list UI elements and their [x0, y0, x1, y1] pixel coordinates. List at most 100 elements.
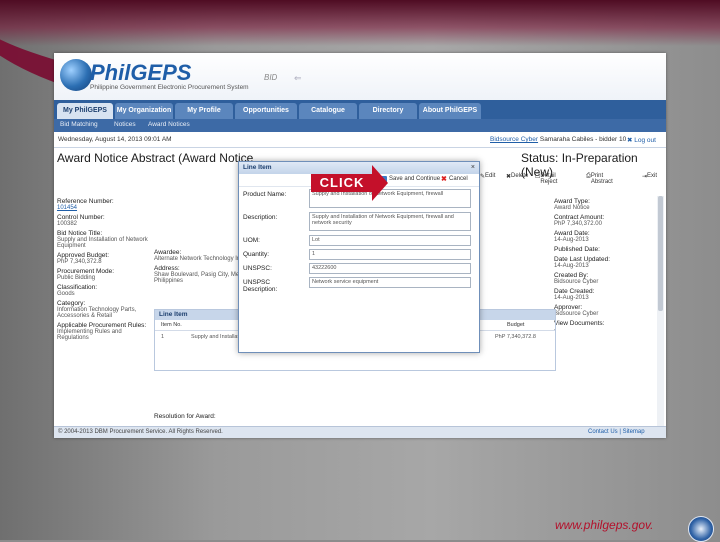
field-label: Approver:	[554, 304, 583, 311]
field-label: Applicable Procurement Rules:	[57, 322, 147, 329]
field-value: PhP 7,340,372.00	[554, 221, 602, 227]
government-seal-icon	[688, 516, 714, 542]
delete-button[interactable]: ✖ Delete	[506, 173, 528, 180]
site-logo-subtitle: Philippine Government Electronic Procure…	[90, 84, 249, 91]
scrollbar-thumb[interactable]	[658, 196, 663, 311]
field-label: Classification:	[57, 284, 98, 291]
date-user-bar: Wednesday, August 14, 2013 09:01 AM Bids…	[54, 133, 666, 148]
right-details: Award Type: Award Notice Contract Amount…	[554, 196, 654, 336]
item-amount: PhP 7,340,372.8	[495, 334, 536, 340]
quantity-field: Quantity: 1	[239, 249, 479, 261]
field-label: Contract Amount:	[554, 214, 605, 221]
tab-about-philgeps[interactable]: About PhilGEPS	[419, 103, 481, 119]
field-label: Category:	[57, 300, 86, 307]
field-label: Reference Number:	[57, 198, 114, 205]
uom-field: UOM: Lot	[239, 235, 479, 247]
sub-navigation: Bid Matching Notices Award Notices	[54, 119, 666, 132]
unspsc-description-input[interactable]: Network service equipment	[309, 277, 471, 288]
unspsc-description-field: UNSPSC Description: Network service equi…	[239, 277, 479, 293]
site-footer: © 2004-2013 DBM Procurement Service. All…	[54, 426, 666, 438]
field-label: Control Number:	[57, 214, 105, 221]
quantity-input[interactable]: 1	[309, 249, 471, 260]
site-logo-text[interactable]: PhilGEPS	[90, 60, 191, 86]
unspsc-field: UNSPSC: 43222600	[239, 263, 479, 275]
field-value: 14-Aug-2013	[554, 295, 589, 301]
site-header: PhilGEPS Philippine Government Electroni…	[54, 53, 666, 103]
reference-number-link[interactable]: 101454	[57, 205, 77, 211]
tab-directory[interactable]: Directory	[359, 103, 417, 119]
page-title: Award Notice Abstract (Award Notice	[57, 151, 254, 165]
action-toolbar: ✎ Edit ✖ Delete ☐ Detail Reject ⎙ Print …	[480, 173, 663, 185]
footer-links[interactable]: Contact Us | Sitemap	[588, 429, 645, 435]
logout-link[interactable]: ✖ Log out	[627, 136, 656, 144]
field-value: Bidsource Cyber	[554, 279, 599, 285]
field-value: PhP 7,340,372.8	[57, 259, 102, 265]
edit-label: Edit	[485, 173, 496, 179]
column-header: Budget	[507, 322, 525, 328]
unspsc-input[interactable]: 43222600	[309, 263, 471, 274]
subnav-award-notices[interactable]: Award Notices	[148, 121, 190, 128]
field-value: -	[554, 327, 556, 333]
field-label: Approved Budget:	[57, 252, 110, 259]
field-label: Bid Notice Title:	[57, 230, 103, 237]
detail-reject-button[interactable]: ☐ Detail Reject	[535, 173, 557, 185]
cancel-button[interactable]: Cancel	[449, 176, 468, 182]
subnav-notices[interactable]: Notices	[114, 121, 136, 128]
field-label: Date Created:	[554, 288, 595, 295]
tab-catalogue[interactable]: Catalogue	[299, 103, 357, 119]
copyright-text: © 2004-2013 DBM Procurement Service. All…	[58, 429, 223, 435]
field-label: Procurement Mode:	[57, 268, 115, 275]
main-tabs: My PhilGEPS My Organization My Profile O…	[54, 100, 666, 119]
field-label: Product Name:	[243, 191, 287, 198]
close-icon[interactable]: ×	[471, 162, 475, 174]
field-label: Created By:	[554, 272, 589, 279]
dialog-title: Line Item	[243, 164, 272, 171]
tab-my-profile[interactable]: My Profile	[175, 103, 233, 119]
logout-label: Log out	[634, 137, 656, 144]
user-info: Bidsource Cyber Samaraha Cabiles - bidde…	[490, 136, 626, 143]
cancel-icon: ✖	[441, 176, 447, 183]
description-input[interactable]: Supply and Installation of Network Equip…	[309, 212, 471, 231]
click-callout-label: CLICK	[311, 174, 373, 192]
field-value: Bidsource Cyber	[554, 311, 599, 317]
field-label: UNSPSC:	[243, 265, 272, 272]
user-link[interactable]: Bidsource Cyber	[490, 136, 538, 143]
exit-label: Exit	[647, 173, 658, 179]
field-value: Information Technology Parts, Accessorie…	[57, 307, 137, 319]
header-bid-text: BID	[264, 73, 278, 82]
field-value: Implementing Rules and Regulations	[57, 329, 122, 341]
slide-url-text: www.philgeps.gov.	[555, 518, 654, 532]
column-header: Item No.	[161, 322, 182, 328]
field-value: Public Bidding	[57, 275, 96, 281]
user-role: Samaraha Cabiles - bidder 10	[539, 136, 627, 143]
left-details: Reference Number: 101454 Control Number:…	[57, 196, 155, 344]
edit-button[interactable]: ✎ Edit	[480, 173, 495, 180]
field-value: 14-Aug-2013	[554, 237, 589, 243]
exit-button[interactable]: ⇥ Exit	[642, 173, 657, 180]
print-abstract-label: Print Abstract	[590, 173, 613, 185]
field-label: Award Type:	[554, 198, 590, 205]
field-label: UNSPSC Description:	[243, 279, 278, 293]
current-date: Wednesday, August 14, 2013 09:01 AM	[58, 136, 172, 143]
arrow-left-icon: ⇐	[294, 73, 302, 83]
tab-my-organization[interactable]: My Organization	[115, 103, 173, 119]
field-value: 14-Aug-2013	[554, 263, 589, 269]
tab-opportunities[interactable]: Opportunities	[235, 103, 297, 119]
field-label: Description:	[243, 214, 278, 221]
field-label: Date Last Updated:	[554, 256, 611, 263]
save-and-continue-button[interactable]: Save and Continue	[389, 176, 440, 182]
delete-label: Delete	[511, 173, 529, 179]
description-field: Description: Supply and Installation of …	[239, 212, 479, 233]
browser-screenshot: PhilGEPS Philippine Government Electroni…	[54, 53, 666, 438]
print-abstract-button[interactable]: ⎙ Print Abstract	[586, 173, 613, 185]
dialog-titlebar: Line Item ×	[239, 162, 479, 174]
callout-arrow-icon	[372, 165, 388, 201]
vertical-scrollbar[interactable]	[657, 196, 664, 426]
field-label: UOM:	[243, 237, 260, 244]
uom-input[interactable]: Lot	[309, 235, 471, 246]
field-label: View Documents:	[554, 320, 605, 327]
field-label: Quantity:	[243, 251, 270, 258]
product-name-field: Product Name: Supply and Installation of…	[239, 189, 479, 210]
subnav-bid-matching[interactable]: Bid Matching	[60, 121, 98, 128]
tab-my-philgeps[interactable]: My PhilGEPS	[57, 103, 113, 119]
